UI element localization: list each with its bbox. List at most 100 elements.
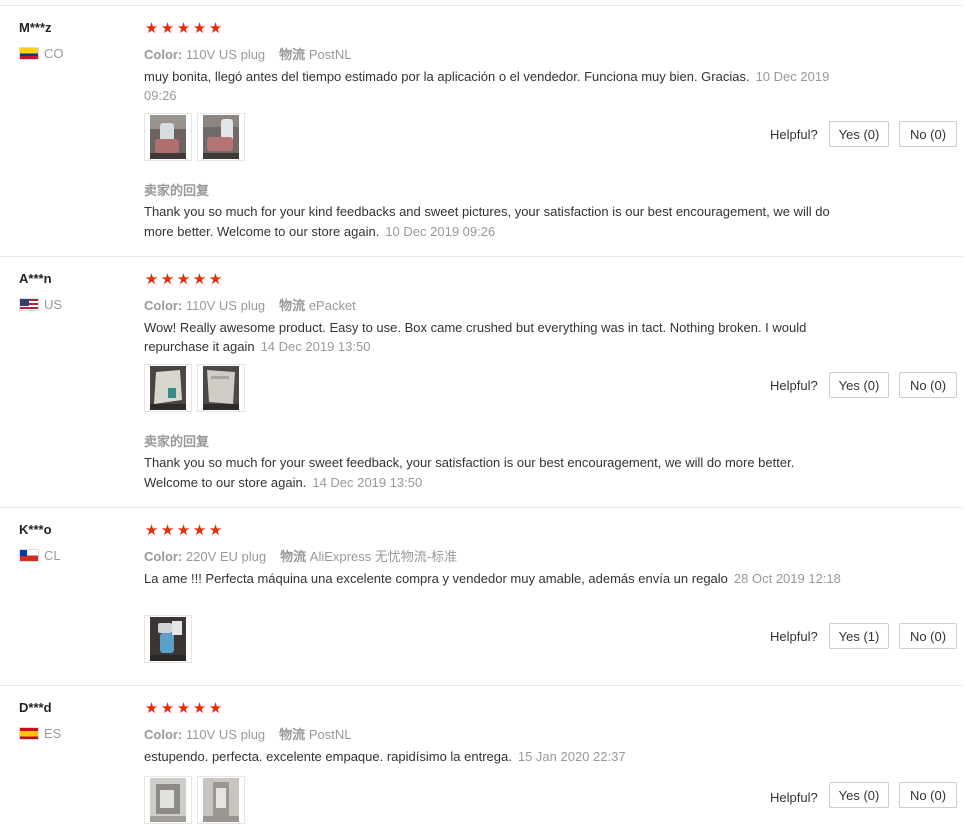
star-icon: ★ [192,700,207,717]
star-icon: ★ [176,700,191,717]
helpful-yes-button[interactable]: Yes (0) [829,121,889,147]
reviewer-name: D***d [19,700,52,715]
helpful-label: Helpful? [770,127,818,142]
review-text: Wow! Really awesome product. Easy to use… [144,318,864,356]
shipping-value: ePacket [308,298,356,313]
star-rating: ★ ★ ★ ★ ★ [144,701,223,716]
star-icon: ★ [176,271,191,288]
review-photos [144,364,245,412]
shipping-label: 物流 [279,727,306,742]
review-photo-thumbnail[interactable] [197,364,245,412]
review-body: estupendo. perfecta. excelente empaque. … [144,749,512,764]
order-info: Color: 110V US plug 物流 ePacket [144,295,356,314]
color-label: Color: [144,298,183,313]
seller-reply-title: 卖家的回复 [144,434,210,449]
reviewer-name: M***z [19,20,52,35]
country-code: CL [44,548,61,563]
helpful-yes-button[interactable]: Yes (1) [829,623,889,649]
shipping-value: AliExpress 无忧物流-标准 [309,549,458,564]
helpful-no-button[interactable]: No (0) [899,372,957,398]
reviewer-country: CL [19,548,61,563]
star-icon: ★ [160,271,175,288]
seller-reply-text: Thank you so much for your kind feedback… [144,202,834,242]
helpful-no-button[interactable]: No (0) [899,623,957,649]
helpful-no-button[interactable]: No (0) [899,121,957,147]
order-info: Color: 220V EU plug 物流 AliExpress 无忧物流-标准 [144,546,457,565]
review-divider [0,256,963,257]
review-body: Wow! Really awesome product. Easy to use… [144,320,807,354]
review-photo-thumbnail[interactable] [197,113,245,161]
review-date: 14 Dec 2019 13:50 [260,339,371,354]
helpful-yes-button[interactable]: Yes (0) [829,782,889,808]
shipping-value: PostNL [308,727,352,742]
star-icon: ★ [192,522,207,539]
colombia-flag-icon [19,47,39,60]
color-value: 110V US plug [185,727,266,742]
usa-flag-icon [19,298,39,311]
review-body: La ame !!! Perfecta máquina una excelent… [144,571,728,586]
star-icon: ★ [192,20,207,37]
star-icon: ★ [144,271,159,288]
shipping-label: 物流 [280,549,307,564]
review-photo-thumbnail[interactable] [144,113,192,161]
chile-flag-icon [19,549,39,562]
review-divider [0,507,963,508]
order-info: Color: 110V US plug 物流 PostNL [144,44,351,63]
review-photo-thumbnail[interactable] [197,776,245,824]
seller-reply-body: Thank you so much for your sweet feedbac… [144,455,795,490]
reviewer-country: ES [19,726,61,741]
star-icon: ★ [176,522,191,539]
star-icon: ★ [208,700,223,717]
star-rating: ★ ★ ★ ★ ★ [144,272,223,287]
color-label: Color: [144,727,183,742]
review-text: La ame !!! Perfecta máquina una excelent… [144,569,864,588]
seller-reply-date: 10 Dec 2019 09:26 [385,224,496,239]
reviewer-country: CO [19,46,64,61]
review-text: muy bonita, llegó antes del tiempo estim… [144,67,864,105]
star-icon: ★ [160,20,175,37]
review-photo-thumbnail[interactable] [144,364,192,412]
star-icon: ★ [160,522,175,539]
helpful-label: Helpful? [770,378,818,393]
color-value: 110V US plug [185,47,266,62]
star-rating: ★ ★ ★ ★ ★ [144,523,223,538]
reviewer-name: K***o [19,522,52,537]
color-label: Color: [144,549,183,564]
star-icon: ★ [208,271,223,288]
order-info: Color: 110V US plug 物流 PostNL [144,724,351,743]
star-rating: ★ ★ ★ ★ ★ [144,21,223,36]
review-divider [0,685,963,686]
country-code: US [44,297,63,312]
top-divider [0,5,963,6]
seller-reply-text: Thank you so much for your sweet feedbac… [144,453,834,493]
spain-flag-icon [19,727,39,740]
review-date: 28 Oct 2019 12:18 [733,571,841,586]
review-photos [144,113,245,161]
star-icon: ★ [192,271,207,288]
seller-reply-date: 14 Dec 2019 13:50 [312,475,423,490]
review-photos [144,615,192,663]
review-photo-thumbnail[interactable] [144,615,192,663]
shipping-label: 物流 [279,47,306,62]
color-value: 220V EU plug [185,549,267,564]
star-icon: ★ [144,700,159,717]
country-code: CO [44,46,64,61]
reviewer-name: A***n [19,271,52,286]
country-code: ES [44,726,62,741]
helpful-no-button[interactable]: No (0) [899,782,957,808]
star-icon: ★ [160,700,175,717]
color-label: Color: [144,47,183,62]
shipping-value: PostNL [308,47,352,62]
star-icon: ★ [208,20,223,37]
star-icon: ★ [208,522,223,539]
helpful-yes-button[interactable]: Yes (0) [829,372,889,398]
review-photo-thumbnail[interactable] [144,776,192,824]
helpful-label: Helpful? [770,629,818,644]
seller-reply-title: 卖家的回复 [144,183,210,198]
star-icon: ★ [144,20,159,37]
review-date: 15 Jan 2020 22:37 [517,749,626,764]
review-photos [144,776,245,824]
star-icon: ★ [176,20,191,37]
color-value: 110V US plug [185,298,266,313]
review-body: muy bonita, llegó antes del tiempo estim… [144,69,750,84]
